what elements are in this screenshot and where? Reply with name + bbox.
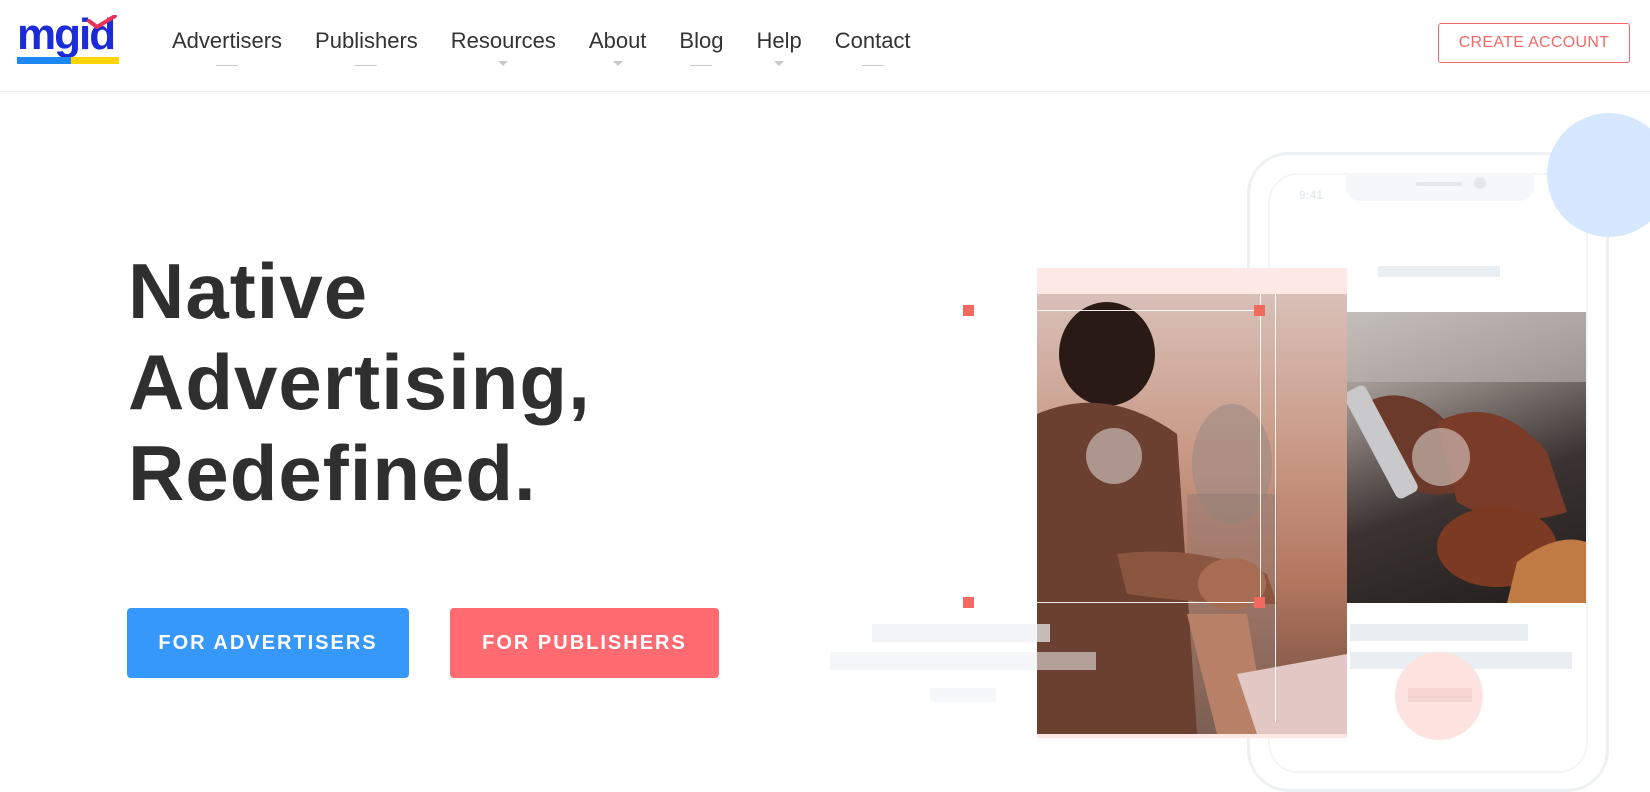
for-advertisers-button[interactable]: FOR ADVERTISERS bbox=[127, 608, 409, 678]
placeholder-bar bbox=[930, 688, 996, 702]
mgid-logo[interactable]: mgid bbox=[17, 13, 119, 65]
frame-line bbox=[1275, 294, 1276, 722]
nav-item-advertisers[interactable]: Advertisers bbox=[172, 26, 283, 66]
frame-line bbox=[968, 310, 1258, 311]
for-publishers-button[interactable]: FOR PUBLISHERS bbox=[450, 608, 719, 678]
nav-label: Help bbox=[756, 28, 802, 53]
placeholder-bar bbox=[1350, 624, 1528, 641]
nav-item-resources[interactable]: Resources bbox=[450, 26, 556, 66]
chevron-down-icon bbox=[774, 61, 785, 66]
phone-speaker bbox=[1416, 182, 1462, 186]
logo-bar-blue bbox=[17, 57, 71, 64]
nav-item-contact[interactable]: Contact bbox=[834, 26, 911, 66]
phone-notch bbox=[1346, 173, 1534, 201]
nav-item-publishers[interactable]: Publishers bbox=[315, 26, 418, 66]
nav-label: Contact bbox=[834, 28, 911, 53]
placeholder-bar bbox=[1408, 688, 1472, 702]
nav-item-about[interactable]: About bbox=[588, 26, 647, 66]
placeholder-bar bbox=[872, 624, 1050, 642]
create-account-button[interactable]: CREATE ACCOUNT bbox=[1438, 23, 1630, 63]
phone-camera bbox=[1474, 177, 1486, 189]
hero-headline: Native Advertising, Redefined. bbox=[128, 246, 591, 519]
site-header: mgid Advertisers Publishers Resources Ab… bbox=[0, 0, 1650, 92]
selection-handle bbox=[963, 597, 974, 608]
nav-underline-indicator bbox=[216, 65, 239, 66]
nav-label: Resources bbox=[450, 28, 556, 53]
frame-line bbox=[968, 602, 1258, 603]
selection-handle bbox=[963, 305, 974, 316]
headline-line-2: Advertising, bbox=[128, 338, 591, 426]
nav-label: Advertisers bbox=[172, 28, 283, 53]
nav-item-help[interactable]: Help bbox=[756, 26, 802, 66]
nav-label: Blog bbox=[679, 28, 724, 53]
main-nav: Advertisers Publishers Resources About B… bbox=[172, 26, 944, 66]
selection-handle bbox=[1254, 305, 1265, 316]
headline-line-1: Native bbox=[128, 247, 369, 335]
chevron-down-icon bbox=[498, 61, 509, 66]
placeholder-bar bbox=[1378, 266, 1500, 277]
nav-label: Publishers bbox=[315, 28, 418, 53]
frame-line bbox=[1260, 294, 1261, 608]
nav-underline-indicator bbox=[690, 65, 713, 66]
chevron-down-icon bbox=[612, 61, 623, 66]
phone-time: 9:41 bbox=[1299, 188, 1324, 202]
nav-label: About bbox=[588, 28, 647, 53]
placeholder-bar bbox=[830, 652, 1096, 670]
nav-underline-indicator bbox=[861, 65, 884, 66]
decorative-circle bbox=[1412, 428, 1470, 486]
nav-item-blog[interactable]: Blog bbox=[679, 26, 724, 66]
nav-underline-indicator bbox=[355, 65, 378, 66]
logo-tick-icon bbox=[87, 15, 117, 29]
headline-line-3: Redefined. bbox=[128, 429, 537, 517]
logo-bar-yellow bbox=[71, 57, 119, 64]
selection-handle bbox=[1254, 597, 1265, 608]
decorative-circle bbox=[1086, 428, 1142, 484]
